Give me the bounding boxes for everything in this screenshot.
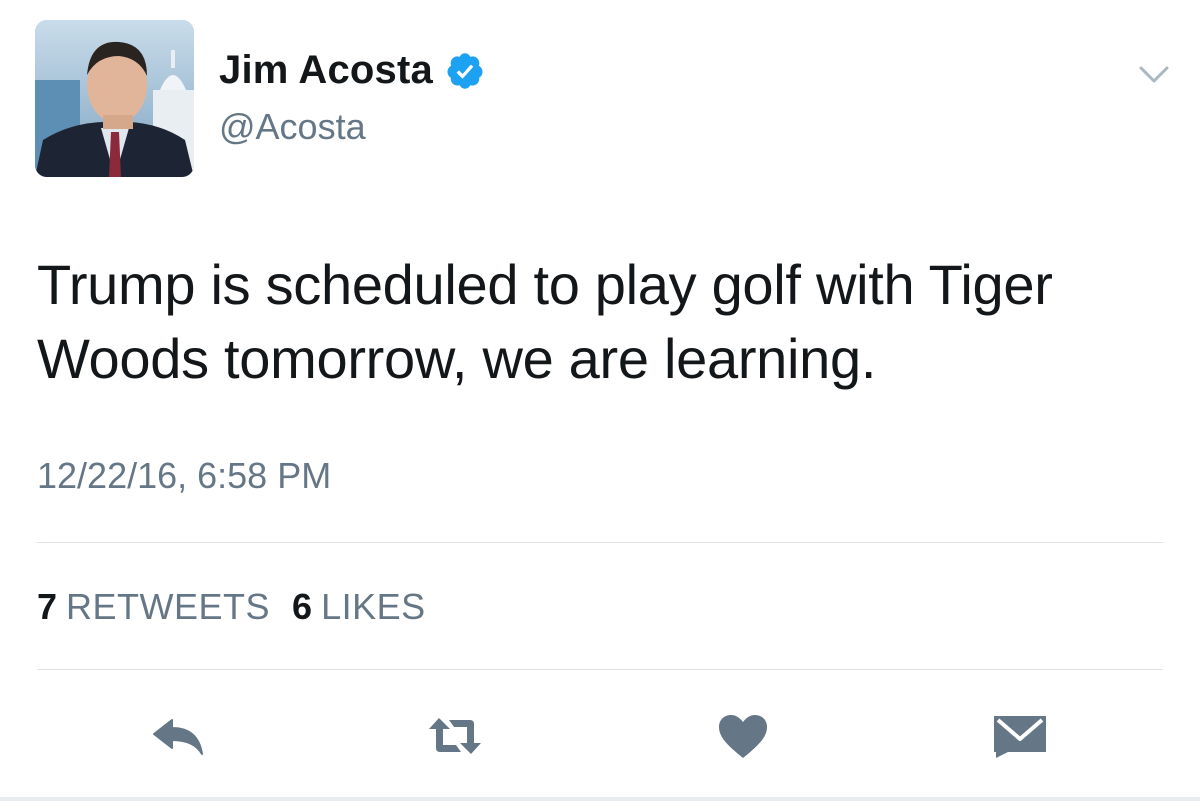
retweets-label: RETWEETS bbox=[66, 586, 271, 627]
tweet-text: Trump is scheduled to play golf with Tig… bbox=[37, 253, 1053, 390]
tweet-stats: 7 RETWEETS 6 LIKES bbox=[37, 586, 448, 628]
reply-button[interactable] bbox=[150, 712, 210, 760]
tweet-timestamp[interactable]: 12/22/16, 6:58 PM bbox=[37, 455, 331, 497]
display-name[interactable]: Jim Acosta bbox=[219, 48, 485, 93]
like-button[interactable] bbox=[713, 712, 773, 760]
likes-label: LIKES bbox=[321, 586, 426, 627]
tweet-card: Jim Acosta @Acosta Trump is scheduled to… bbox=[0, 0, 1200, 801]
heart-icon bbox=[719, 715, 767, 758]
envelope-icon bbox=[994, 716, 1046, 758]
verified-badge-icon bbox=[445, 51, 485, 91]
retweet-button[interactable] bbox=[425, 712, 485, 760]
retweets-stat[interactable]: 7 RETWEETS bbox=[37, 586, 270, 628]
chevron-down-icon[interactable] bbox=[1138, 64, 1170, 86]
divider bbox=[37, 542, 1163, 543]
avatar-photo bbox=[35, 20, 194, 177]
likes-stat[interactable]: 6 LIKES bbox=[292, 586, 426, 628]
direct-message-button[interactable] bbox=[990, 712, 1050, 760]
bottom-border bbox=[0, 797, 1200, 801]
divider bbox=[37, 669, 1163, 670]
display-name-text: Jim Acosta bbox=[219, 48, 433, 92]
retweet-icon bbox=[429, 718, 481, 754]
likes-count: 6 bbox=[292, 586, 313, 627]
reply-icon bbox=[153, 719, 203, 755]
retweets-count: 7 bbox=[37, 586, 58, 627]
user-handle[interactable]: @Acosta bbox=[219, 106, 366, 148]
avatar[interactable] bbox=[35, 20, 194, 177]
